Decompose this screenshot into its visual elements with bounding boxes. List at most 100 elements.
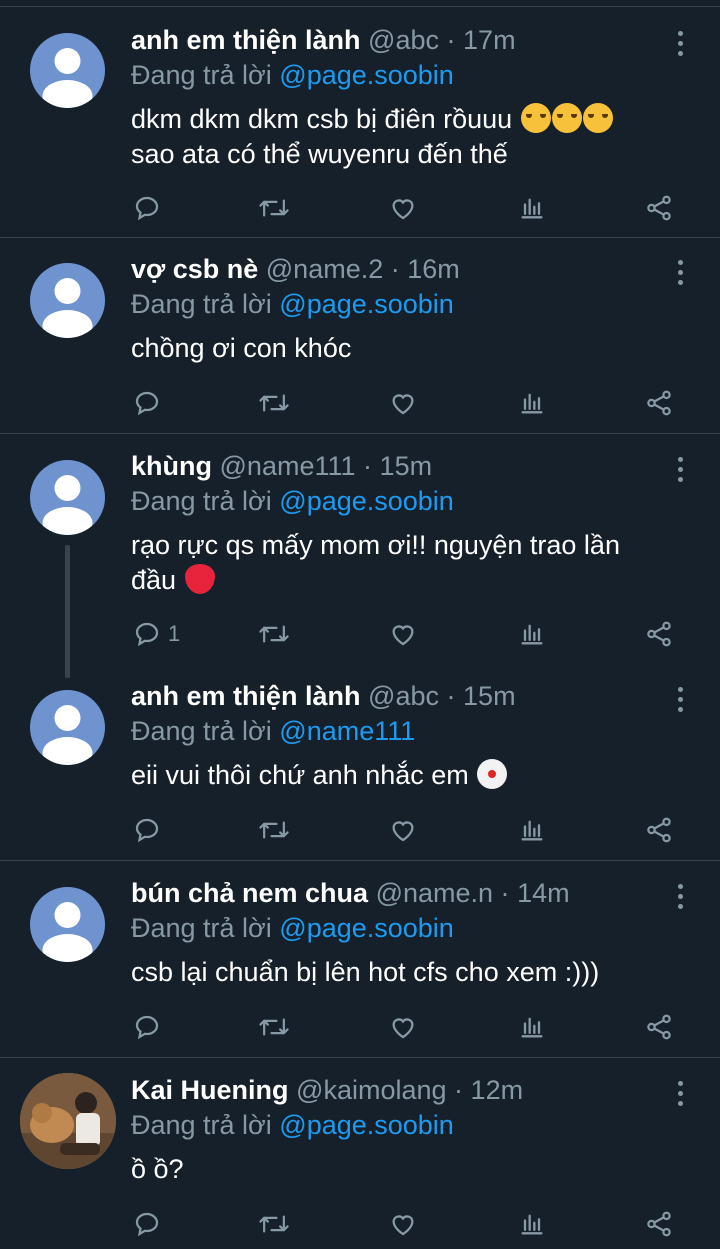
retweet-button[interactable] [258,385,290,421]
avatar[interactable] [30,460,105,535]
reply-prefix: Đang trả lời [131,486,272,516]
more-vertical-icon[interactable] [676,31,684,59]
reply-to-link[interactable]: @page.soobin [279,1110,454,1140]
share-button[interactable] [644,1009,674,1045]
analytics-button[interactable] [518,812,546,848]
reply-button[interactable]: 1 [132,616,180,652]
share-button[interactable] [644,616,674,652]
analytics-button[interactable] [518,616,546,652]
timestamp[interactable]: 15m [463,681,516,711]
avatar[interactable] [30,690,105,765]
dot-separator: · [390,254,400,284]
reply-prefix: Đang trả lời [131,716,272,746]
analytics-icon [518,388,546,418]
retweet-icon [258,388,290,418]
reply-to-link[interactable]: @page.soobin [279,289,454,319]
heart-on-fire-icon [184,564,215,594]
like-icon [388,388,418,418]
timestamp[interactable]: 17m [463,25,516,55]
handle[interactable]: @kaimolang [296,1075,446,1105]
analytics-button[interactable] [518,190,546,226]
analytics-icon [518,619,546,649]
share-button[interactable] [644,190,674,226]
retweet-button[interactable] [258,616,290,652]
like-button[interactable] [388,1009,418,1045]
like-button[interactable] [388,812,418,848]
more-vertical-icon[interactable] [676,1081,684,1109]
like-button[interactable] [388,385,418,421]
display-name[interactable]: Kai Huening [131,1075,289,1105]
tweet-text-line: csb lại chuẩn bị lên hot cfs cho xem :))… [131,957,600,987]
retweet-icon [258,1012,290,1042]
reply-button[interactable] [132,1009,168,1045]
timestamp[interactable]: 14m [517,878,570,908]
analytics-icon [518,193,546,223]
divider [0,237,720,238]
more-vertical-icon[interactable] [676,457,684,485]
tweet-header: vợ csb nè @name.2 · 16m [131,252,460,286]
display-name[interactable]: bún chả nem chua [131,878,368,908]
avatar[interactable] [20,1073,116,1169]
reply-to-link[interactable]: @page.soobin [279,60,454,90]
action-bar: 1 [0,616,720,652]
like-icon [388,815,418,845]
avatar[interactable] [30,263,105,338]
avatar[interactable] [30,887,105,962]
timestamp[interactable]: 16m [407,254,460,284]
tweet-text-line: rạo rực qs mấy mom ơi!! nguyện trao lần [131,530,620,560]
more-vertical-icon[interactable] [676,884,684,912]
like-button[interactable] [388,190,418,226]
display-name[interactable]: anh em thiện lành [131,681,361,711]
avatar[interactable] [30,33,105,108]
handle[interactable]: @abc [368,681,439,711]
retweet-button[interactable] [258,812,290,848]
reply-prefix: Đang trả lời [131,60,272,90]
default-avatar-icon [42,278,93,338]
tweet-text-line: ồ ồ? [131,1154,184,1184]
handle[interactable]: @name.2 [266,254,383,284]
like-button[interactable] [388,1206,418,1242]
reply-context: Đang trả lời @page.soobin [131,1108,454,1142]
action-bar [0,1009,720,1045]
timestamp[interactable]: 15m [380,451,433,481]
retweet-icon [258,1209,290,1239]
analytics-button[interactable] [518,1206,546,1242]
share-button[interactable] [644,1206,674,1242]
tweet-text: ồ ồ? [131,1152,691,1187]
timestamp[interactable]: 12m [471,1075,524,1105]
display-name[interactable]: anh em thiện lành [131,25,361,55]
retweet-icon [258,193,290,223]
more-vertical-icon[interactable] [676,260,684,288]
reply-button[interactable] [132,190,168,226]
retweet-button[interactable] [258,1206,290,1242]
share-button[interactable] [644,385,674,421]
handle[interactable]: @name.n [376,878,493,908]
tweet-text-line: eii vui thôi chứ anh nhắc em [131,760,469,790]
reply-icon [132,1209,162,1239]
reply-context: Đang trả lời @page.soobin [131,287,454,321]
reply-button[interactable] [132,385,168,421]
display-name[interactable]: vợ csb nè [131,254,258,284]
action-bar [0,1206,720,1242]
share-icon [644,193,674,223]
analytics-button[interactable] [518,385,546,421]
reply-icon [132,388,162,418]
analytics-button[interactable] [518,1009,546,1045]
retweet-button[interactable] [258,1009,290,1045]
share-icon [644,619,674,649]
reply-to-link[interactable]: @page.soobin [279,486,454,516]
thread-connector [65,545,70,678]
more-vertical-icon[interactable] [676,687,684,715]
handle[interactable]: @name111 [220,451,356,481]
like-icon [388,1209,418,1239]
reply-context: Đang trả lời @name111 [131,714,415,748]
reply-to-link[interactable]: @page.soobin [279,913,454,943]
like-button[interactable] [388,616,418,652]
retweet-button[interactable] [258,190,290,226]
share-button[interactable] [644,812,674,848]
handle[interactable]: @abc [368,25,439,55]
reply-button[interactable] [132,1206,168,1242]
display-name[interactable]: khùng [131,451,212,481]
reply-to-link[interactable]: @name111 [279,716,415,746]
reply-button[interactable] [132,812,168,848]
